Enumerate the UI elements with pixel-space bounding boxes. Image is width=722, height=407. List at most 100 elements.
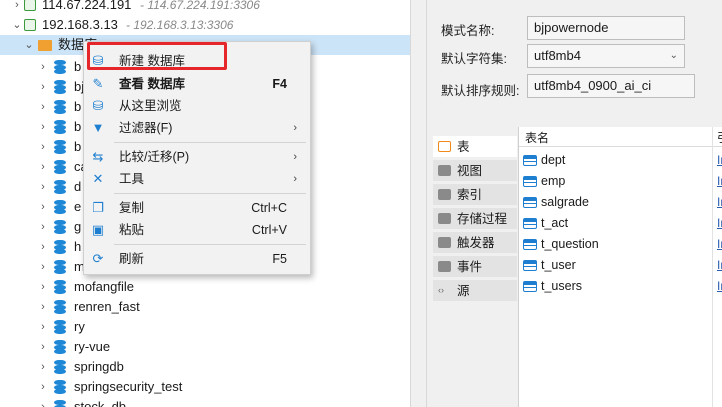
index-icon — [438, 189, 451, 200]
pane-splitter[interactable] — [410, 0, 427, 407]
database-name: springsecurity_test — [74, 379, 183, 394]
tab-tables[interactable]: 表 — [433, 136, 517, 158]
table-row[interactable]: t_users In — [519, 276, 722, 297]
database-name: ry-vue — [74, 339, 111, 354]
database-row[interactable]: › ry — [0, 317, 410, 337]
tab-source[interactable]: ‹› 源 — [433, 280, 517, 302]
database-row[interactable]: › ry-vue — [0, 337, 410, 357]
menu-separator — [114, 142, 306, 143]
database-name: ry — [74, 319, 85, 334]
database-row[interactable]: › stock_db — [0, 397, 410, 407]
database-icon — [54, 320, 66, 334]
database-row[interactable]: › springsecurity_test — [0, 377, 410, 397]
collation-select[interactable]: utf8mb4_0900_ai_ci — [527, 74, 695, 98]
browse-icon: ⛁ — [92, 98, 104, 113]
chevron-right-icon[interactable]: › — [38, 297, 48, 317]
engine-link[interactable]: In — [717, 276, 722, 297]
table-name: dept — [541, 153, 566, 167]
table-row[interactable]: t_user In — [519, 255, 722, 276]
table-icon — [523, 176, 537, 187]
database-icon — [54, 160, 66, 174]
table-icon — [523, 260, 537, 271]
table-icon — [438, 141, 451, 152]
table-row[interactable]: t_question In — [519, 234, 722, 255]
tab-indexes[interactable]: 索引 — [433, 184, 517, 206]
table-row[interactable]: dept In — [519, 150, 722, 171]
chevron-right-icon[interactable]: › — [38, 157, 48, 177]
charset-value: utf8mb4 — [534, 48, 581, 63]
menu-item-compare-migrate[interactable]: ⇆ 比较/迁移(P) › — [85, 146, 309, 168]
table-name: salgrade — [541, 195, 589, 209]
schema-name-field[interactable]: bjpowernode — [527, 16, 685, 40]
database-row[interactable]: › mofangfile — [0, 277, 410, 297]
chevron-right-icon[interactable]: › — [38, 257, 48, 277]
connection-icon — [24, 19, 36, 31]
database-row[interactable]: › springdb — [0, 357, 410, 377]
menu-item-browse-from-here[interactable]: ⛁ 从这里浏览 — [85, 95, 309, 117]
menu-item-tools[interactable]: ✕ 工具 › — [85, 168, 309, 190]
tab-procedures[interactable]: 存储过程 — [433, 208, 517, 230]
connection-row[interactable]: › 114.67.224.191 - 114.67.224.191:3306 — [0, 0, 410, 15]
column-header-table-name[interactable]: 表名 — [525, 129, 549, 146]
chevron-right-icon[interactable]: › — [38, 177, 48, 197]
chevron-right-icon[interactable]: › — [38, 57, 48, 77]
chevron-right-icon: › — [293, 122, 297, 134]
chevron-right-icon[interactable]: › — [38, 277, 48, 297]
chevron-right-icon[interactable]: › — [38, 337, 48, 357]
refresh-icon: ⟳ — [92, 251, 104, 266]
connection-row[interactable]: ⌄ 192.168.3.13 - 192.168.3.13:3306 — [0, 15, 410, 35]
engine-link[interactable]: In — [717, 171, 722, 192]
engine-link[interactable]: In — [717, 255, 722, 276]
table-row[interactable]: emp In — [519, 171, 722, 192]
chevron-right-icon: › — [293, 173, 297, 185]
database-row[interactable]: › renren_fast — [0, 297, 410, 317]
menu-item-paste[interactable]: ▣ 粘贴 Ctrl+V — [85, 219, 309, 241]
database-icon — [54, 80, 66, 94]
table-row[interactable]: t_act In — [519, 213, 722, 234]
database-icon — [54, 200, 66, 214]
database-icon — [54, 100, 66, 114]
database-name: renren_fast — [74, 299, 140, 314]
chevron-right-icon[interactable]: › — [38, 217, 48, 237]
tab-views[interactable]: 视图 — [433, 160, 517, 182]
chevron-right-icon[interactable]: › — [12, 0, 22, 15]
view-icon — [438, 165, 451, 176]
column-header-engine[interactable]: 引 — [717, 129, 722, 146]
menu-separator — [114, 244, 306, 245]
menu-item-copy[interactable]: ❐ 复制 Ctrl+C — [85, 197, 309, 219]
chevron-down-icon[interactable]: ⌄ — [12, 15, 22, 35]
chevron-right-icon[interactable]: › — [38, 97, 48, 117]
chevron-right-icon[interactable]: › — [38, 397, 48, 407]
database-icon — [54, 260, 66, 274]
chevron-right-icon[interactable]: › — [38, 317, 48, 337]
engine-link[interactable]: In — [717, 192, 722, 213]
table-icon — [523, 155, 537, 166]
table-list: 表名 引 deptInempInsalgradeInt_actInt_quest… — [518, 127, 722, 407]
charset-select[interactable]: utf8mb4 ⌄ — [527, 44, 685, 68]
chevron-right-icon[interactable]: › — [38, 357, 48, 377]
trigger-icon — [438, 237, 451, 248]
menu-item-view-database[interactable]: ✎ 查看 数据库 F4 — [85, 73, 309, 95]
engine-link[interactable]: In — [717, 150, 722, 171]
procedure-icon — [438, 213, 451, 224]
chevron-right-icon[interactable]: › — [38, 197, 48, 217]
database-name: b — [74, 59, 82, 74]
chevron-right-icon[interactable]: › — [38, 377, 48, 397]
source-icon: ‹› — [438, 285, 444, 295]
tab-events[interactable]: 事件 — [433, 256, 517, 278]
database-name: e — [74, 199, 82, 214]
chevron-down-icon: ⌄ — [669, 50, 678, 61]
menu-item-refresh[interactable]: ⟳ 刷新 F5 — [85, 248, 309, 270]
chevron-right-icon: › — [293, 151, 297, 163]
chevron-right-icon[interactable]: › — [38, 77, 48, 97]
engine-link[interactable]: In — [717, 213, 722, 234]
database-icon — [54, 240, 66, 254]
menu-item-filter[interactable]: ▼ 过滤器(F) › — [85, 117, 309, 139]
chevron-right-icon[interactable]: › — [38, 237, 48, 257]
engine-link[interactable]: In — [717, 234, 722, 255]
chevron-right-icon[interactable]: › — [38, 137, 48, 157]
chevron-right-icon[interactable]: › — [38, 117, 48, 137]
chevron-down-icon[interactable]: ⌄ — [24, 35, 34, 55]
table-row[interactable]: salgrade In — [519, 192, 722, 213]
tab-triggers[interactable]: 触发器 — [433, 232, 517, 254]
